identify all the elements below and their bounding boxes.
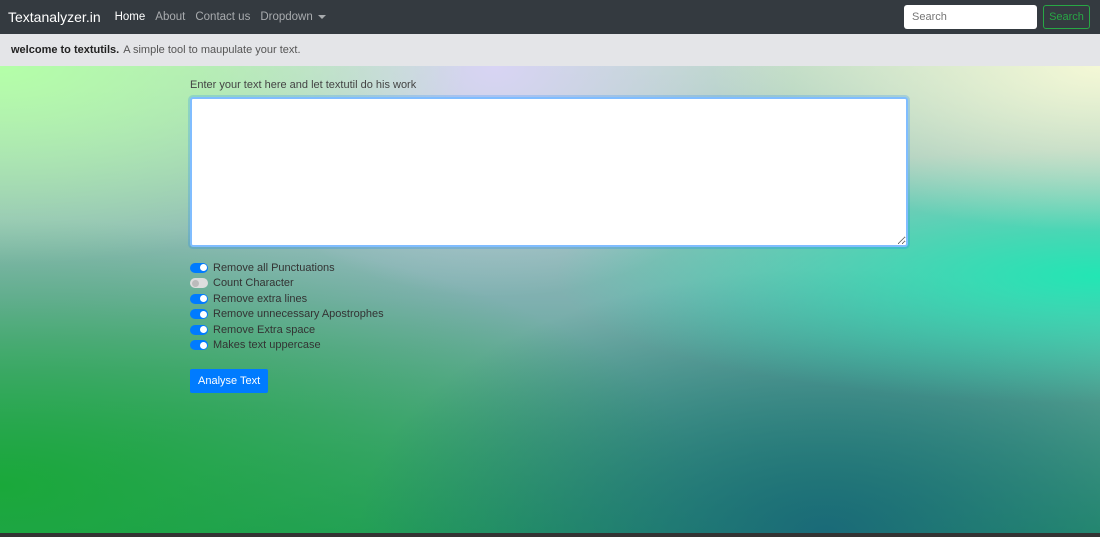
option-switch[interactable]: Makes text uppercase: [190, 338, 908, 354]
text-input[interactable]: [190, 97, 908, 247]
option-label: Remove all Punctuations: [213, 261, 335, 274]
option-switch[interactable]: Count Character: [190, 276, 908, 292]
option-switch[interactable]: Remove all Punctuations: [190, 260, 908, 276]
toggle-switch[interactable]: [190, 340, 208, 351]
option-label: Count Character: [213, 277, 294, 290]
toggle-switch[interactable]: [190, 293, 208, 304]
caret-down-icon: [317, 14, 326, 19]
toggle-switch[interactable]: [190, 278, 208, 289]
option-label: Remove extra lines: [213, 292, 308, 305]
option-switch[interactable]: Remove extra lines: [190, 291, 908, 307]
option-switch[interactable]: Remove Extra space: [190, 322, 908, 338]
navbar: Textanalyzer.in Home About Contact us Dr…: [0, 0, 1100, 34]
alert-text: A simple tool to maupulate your text.: [123, 44, 301, 56]
option-label: Remove Extra space: [213, 323, 316, 336]
dropdown-label: Dropdown: [260, 11, 313, 23]
alert-bold: welcome to textutils.: [11, 44, 120, 56]
analyse-text-button[interactable]: Analyse Text: [190, 369, 269, 393]
toggle-switch[interactable]: [190, 309, 208, 320]
search-input[interactable]: [904, 5, 1037, 29]
toggle-switch[interactable]: [190, 262, 208, 273]
main-area: Enter your text here and let textutil do…: [0, 66, 1100, 533]
textarea-label: Enter your text here and let textutil do…: [190, 79, 417, 91]
nav-contact[interactable]: Contact us: [195, 11, 250, 23]
text-form: Enter your text here and let textutil do…: [190, 79, 908, 393]
toggle-switch[interactable]: [190, 324, 208, 335]
welcome-alert: welcome to textutils. A simple tool to m…: [0, 34, 1100, 66]
option-label: Makes text uppercase: [213, 339, 321, 352]
nav-about[interactable]: About: [155, 11, 185, 23]
nav-dropdown[interactable]: Dropdown: [260, 11, 326, 23]
nav-home[interactable]: Home: [115, 11, 146, 23]
taskbar-edge: [0, 533, 1100, 537]
search-button[interactable]: Search: [1043, 5, 1090, 29]
brand-logo[interactable]: Textanalyzer.in: [8, 9, 101, 25]
option-switch[interactable]: Remove unnecessary Apostrophes: [190, 307, 908, 323]
option-label: Remove unnecessary Apostrophes: [213, 308, 384, 321]
